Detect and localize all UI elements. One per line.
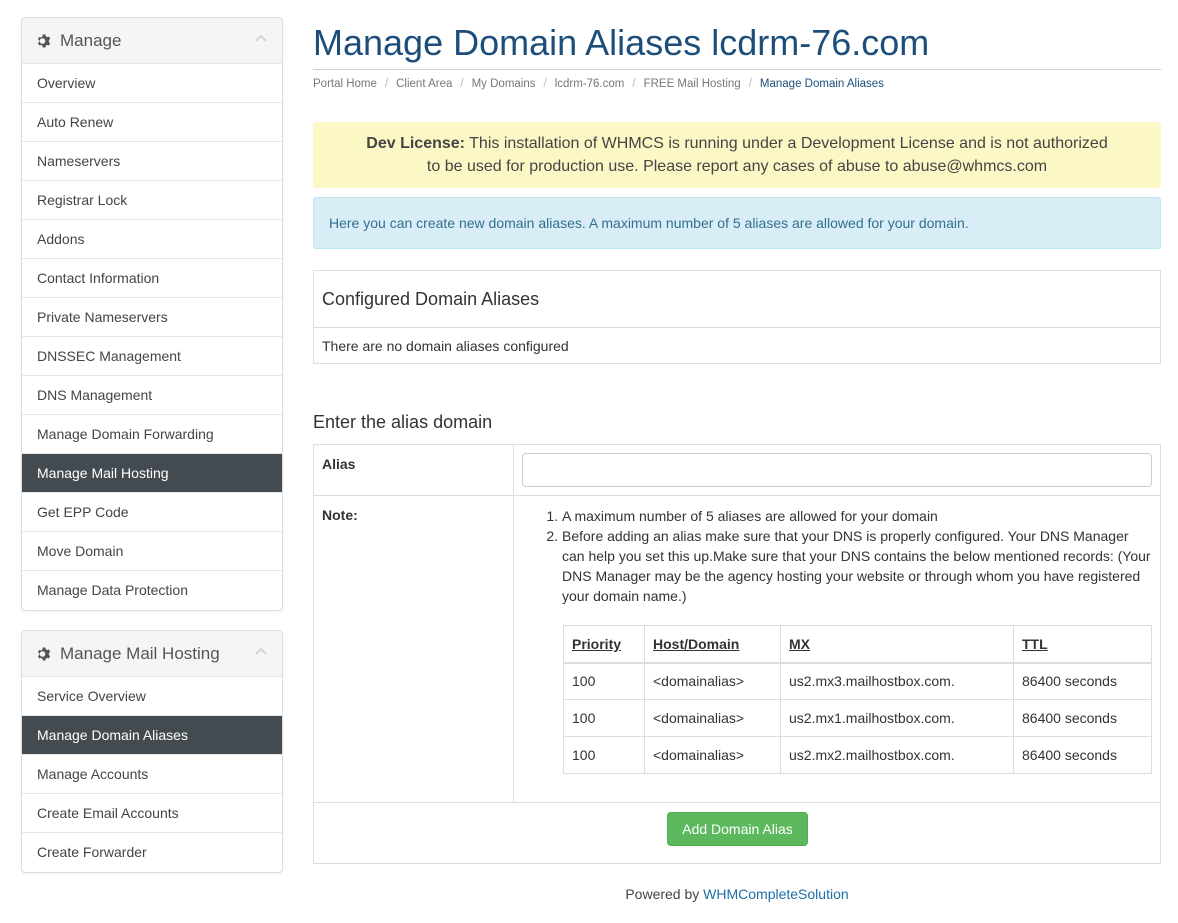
title-divider	[313, 69, 1161, 70]
note-item: Before adding an alias make sure that yo…	[562, 526, 1154, 606]
cell-ttl: 86400 seconds	[1013, 699, 1152, 737]
sidebar-item-overview[interactable]: Overview	[22, 64, 282, 103]
mx-records-table: Priority Host/Domain MX TTL 100 <domaina…	[563, 625, 1152, 774]
sidebar-item-auto-renew[interactable]: Auto Renew	[22, 103, 282, 142]
breadcrumb-current: Manage Domain Aliases	[759, 78, 884, 90]
sidebar-item-addons[interactable]: Addons	[22, 220, 282, 259]
alias-label: Alias	[314, 445, 514, 495]
sidebar-item-nameservers[interactable]: Nameservers	[22, 142, 282, 181]
page-title: Manage Domain Aliases lcdrm-76.com	[313, 22, 930, 63]
submit-row: Add Domain Alias	[314, 803, 1160, 865]
mail-hosting-panel: Manage Mail Hosting Service Overview Mana…	[21, 630, 283, 873]
sidebar-item-service-overview[interactable]: Service Overview	[22, 677, 282, 716]
dev-license-label: Dev License:	[366, 135, 465, 152]
breadcrumb-separator: /	[384, 78, 389, 90]
dev-license-alert: Dev License: This installation of WHMCS …	[313, 122, 1161, 188]
column-header-priority: Priority	[563, 625, 645, 664]
sidebar-item-manage-mail-hosting[interactable]: Manage Mail Hosting	[22, 454, 282, 493]
alias-row: Alias	[314, 445, 1160, 496]
breadcrumb-portal-home[interactable]: Portal Home	[313, 78, 377, 90]
mail-hosting-panel-title: Manage Mail Hosting	[60, 643, 220, 663]
info-alert: Here you can create new domain aliases. …	[313, 197, 1161, 249]
sidebar-item-manage-accounts[interactable]: Manage Accounts	[22, 755, 282, 794]
cell-mx: us2.mx1.mailhostbox.com.	[780, 699, 1014, 737]
sidebar-item-create-forwarder[interactable]: Create Forwarder	[22, 833, 282, 872]
cell-host: <domainalias>	[644, 736, 781, 774]
configured-aliases-heading: Configured Domain Aliases	[314, 271, 1160, 328]
mail-hosting-panel-heading[interactable]: Manage Mail Hosting	[22, 631, 282, 677]
configured-aliases-box: Configured Domain Aliases There are no d…	[313, 270, 1161, 364]
sidebar-item-create-email-accounts[interactable]: Create Email Accounts	[22, 794, 282, 833]
cell-priority: 100	[563, 699, 645, 737]
column-header-ttl: TTL	[1013, 625, 1152, 664]
table-row: 100 <domainalias> us2.mx3.mailhostbox.co…	[563, 662, 1152, 700]
dev-license-text-2: to be used for production use. Please re…	[426, 158, 1048, 175]
sidebar-item-dnssec-management[interactable]: DNSSEC Management	[22, 337, 282, 376]
cell-host: <domainalias>	[644, 662, 781, 700]
breadcrumb: Portal Home / Client Area / My Domains / lcdrm…	[313, 78, 884, 90]
sidebar-item-move-domain[interactable]: Move Domain	[22, 532, 282, 571]
sidebar-item-get-epp-code[interactable]: Get EPP Code	[22, 493, 282, 532]
breadcrumb-mail-hosting[interactable]: FREE Mail Hosting	[644, 78, 741, 90]
sidebar-item-dns-management[interactable]: DNS Management	[22, 376, 282, 415]
cell-mx: us2.mx3.mailhostbox.com.	[780, 662, 1014, 700]
chevron-up-icon[interactable]	[254, 32, 268, 46]
note-label: Note:	[314, 496, 514, 802]
cell-priority: 100	[563, 736, 645, 774]
table-header-row: Priority Host/Domain MX TTL	[563, 625, 1152, 664]
note-list: A maximum number of 5 aliases are allowe…	[542, 506, 1154, 606]
breadcrumb-separator: /	[460, 78, 464, 90]
manage-panel-heading[interactable]: Manage	[22, 18, 282, 64]
breadcrumb-separator: /	[632, 78, 636, 90]
breadcrumb-client-area[interactable]: Client Area	[396, 78, 452, 90]
dev-license-text-1: This installation of WHMCS is running un…	[465, 135, 1108, 152]
sidebar-item-manage-domain-aliases[interactable]: Manage Domain Aliases	[22, 716, 282, 755]
sidebar-item-contact-information[interactable]: Contact Information	[22, 259, 282, 298]
note-item: A maximum number of 5 aliases are allowe…	[562, 506, 1154, 526]
table-row: 100 <domainalias> us2.mx2.mailhostbox.co…	[563, 736, 1152, 774]
alias-form: Alias Note: A maximum number of 5 aliase…	[313, 444, 1161, 864]
manage-panel-title: Manage	[60, 30, 122, 50]
footer: Powered by WHMCompleteSolution	[313, 886, 1161, 902]
footer-prefix: Powered by	[625, 886, 704, 902]
breadcrumb-separator: /	[748, 78, 752, 90]
sidebar-item-private-nameservers[interactable]: Private Nameservers	[22, 298, 282, 337]
alias-form-heading: Enter the alias domain	[313, 412, 493, 432]
column-header-mx: MX	[780, 625, 1014, 664]
note-row: Note: A maximum number of 5 aliases are …	[314, 496, 1160, 803]
table-row: 100 <domainalias> us2.mx1.mailhostbox.co…	[563, 699, 1152, 737]
add-domain-alias-button[interactable]: Add Domain Alias	[667, 812, 808, 846]
sidebar-item-manage-data-protection[interactable]: Manage Data Protection	[22, 571, 282, 610]
gear-icon	[37, 647, 51, 660]
alias-input[interactable]	[522, 453, 1152, 487]
cell-ttl: 86400 seconds	[1013, 662, 1152, 700]
cell-ttl: 86400 seconds	[1013, 736, 1152, 774]
chevron-up-icon[interactable]	[254, 645, 268, 659]
column-header-host: Host/Domain	[644, 625, 781, 664]
manage-panel: Manage Overview Auto Renew Nameservers Regi…	[21, 17, 283, 611]
footer-link[interactable]: WHMCompleteSolution	[703, 886, 849, 902]
sidebar-item-registrar-lock[interactable]: Registrar Lock	[22, 181, 282, 220]
cell-priority: 100	[563, 662, 645, 700]
configured-aliases-empty: There are no domain aliases configured	[322, 338, 569, 354]
breadcrumb-domain[interactable]: lcdrm-76.com	[555, 78, 625, 90]
sidebar-item-manage-domain-forwarding[interactable]: Manage Domain Forwarding	[22, 415, 282, 454]
gear-icon	[37, 34, 51, 47]
breadcrumb-separator: /	[543, 78, 547, 90]
cell-mx: us2.mx2.mailhostbox.com.	[780, 736, 1014, 774]
cell-host: <domainalias>	[644, 699, 781, 737]
breadcrumb-my-domains[interactable]: My Domains	[472, 78, 536, 90]
